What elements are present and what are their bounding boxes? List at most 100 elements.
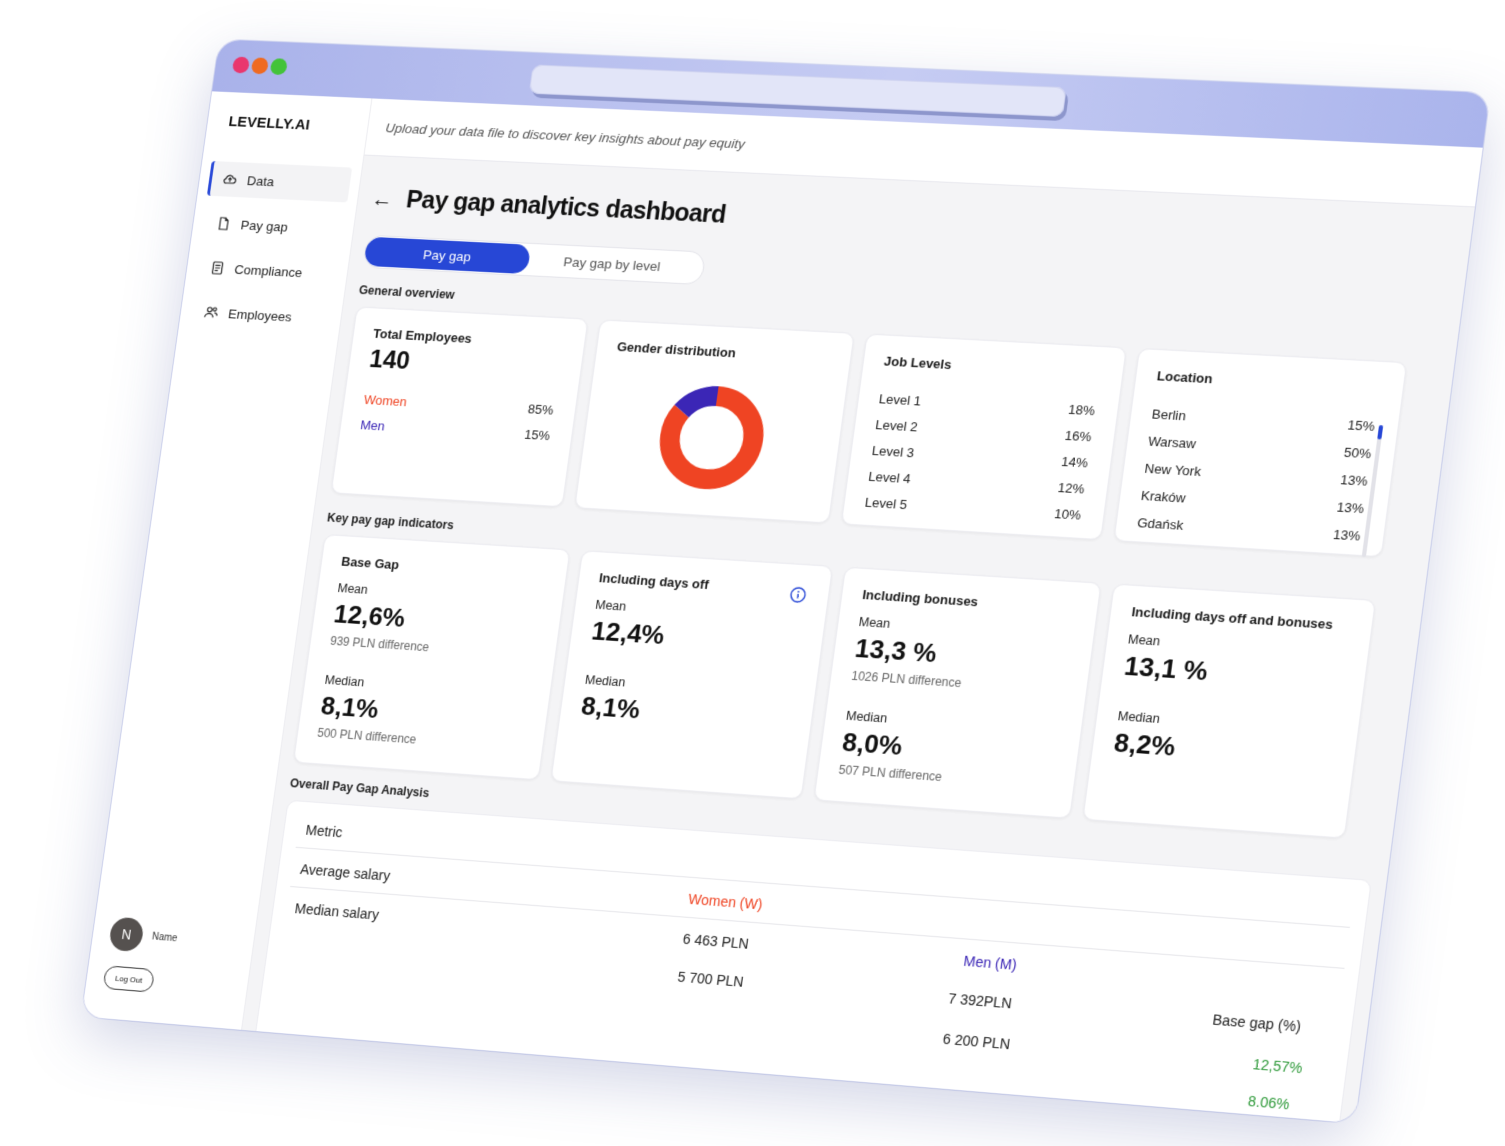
sidebar-nav: Data Pay gap Compliance Employees	[187, 160, 353, 346]
location-card: Location Berlin 15% Warsaw 50% New York 13% Kr…	[1113, 348, 1408, 558]
list-item-value: 10%	[1053, 506, 1082, 523]
list-item: Level 1 18%	[878, 391, 1096, 418]
women-average-salary: 6 463 PLN	[681, 930, 750, 952]
checklist-icon	[209, 260, 226, 276]
scrollbar-thumb[interactable]	[1377, 425, 1384, 440]
list-item-value: 14%	[1060, 453, 1089, 471]
women-label: Women	[363, 392, 408, 410]
tab-pay-gap[interactable]: Pay gap	[363, 236, 532, 275]
women-value: 85%	[526, 401, 555, 418]
men-column-header: Men (M)	[962, 952, 1018, 973]
cloud-upload-icon	[221, 171, 238, 187]
median-value: 8,1%	[579, 690, 642, 725]
indicator-card: Base Gap Mean 12,6% 939 PLN difference Media…	[292, 534, 571, 781]
location-list: Berlin 15% Warsaw 50% New York 13% Kraków 13% Gd…	[1136, 349, 1406, 543]
median-difference: 507 PLN difference	[837, 762, 943, 785]
sidebar-item-label: Employees	[227, 306, 293, 324]
avatar: N	[108, 916, 145, 953]
list-item: New York 13%	[1144, 461, 1369, 489]
list-item: Kraków 13%	[1140, 488, 1365, 516]
median-value: 8,0%	[840, 726, 905, 761]
sidebar-item-compliance[interactable]: Compliance	[194, 250, 339, 292]
mean-label: Mean	[336, 581, 369, 597]
list-item-value: 13%	[1332, 526, 1362, 544]
men-average-salary: 7 392PLN	[947, 990, 1013, 1012]
sidebar-item-employees[interactable]: Employees	[188, 294, 333, 336]
indicator-card: Including bonuses Mean 13,3 % 1026 PLN diff…	[813, 566, 1102, 819]
list-item-value: 50%	[1343, 444, 1373, 462]
sidebar-item-label: Pay gap	[239, 217, 289, 235]
list-item-label: Gdańsk	[1136, 515, 1185, 533]
list-item-label: Kraków	[1140, 487, 1187, 506]
list-item-label: Level 5	[863, 494, 908, 513]
list-item-label: Berlin	[1150, 406, 1187, 424]
median-label: Median	[584, 672, 627, 690]
users-icon	[203, 304, 220, 320]
info-icon[interactable]	[789, 586, 807, 603]
user-profile[interactable]: N Name	[108, 916, 180, 956]
app-logo: LEVELLY.AI	[227, 113, 311, 134]
card-title: Base Gap	[340, 553, 401, 573]
close-window-button[interactable]	[231, 56, 251, 74]
list-item-value: 18%	[1067, 401, 1096, 419]
women-row: Women 85%	[363, 392, 554, 417]
gender-donut-chart	[644, 375, 779, 500]
tab-pay-gap-by-level[interactable]: Pay gap by level	[527, 245, 697, 283]
list-item-value: 16%	[1063, 427, 1093, 445]
tab-switcher: Pay gap Pay gap by level	[362, 234, 707, 286]
card-title: Gender distribution	[616, 339, 737, 361]
list-item-label: Level 4	[867, 468, 912, 487]
indicator-card: Including days off and bonuses Mean 13,1 %…	[1082, 583, 1377, 839]
gender-distribution-card: Gender distribution	[574, 319, 855, 524]
mean-difference: 939 PLN difference	[329, 633, 430, 655]
mean-label: Mean	[1127, 632, 1162, 649]
back-arrow-icon[interactable]: ←	[370, 186, 394, 212]
list-item-label: Warsaw	[1147, 433, 1197, 452]
average-salary-gap: 12,57%	[1251, 1055, 1304, 1077]
logout-button[interactable]: Log Out	[102, 965, 156, 993]
median-label: Median	[1116, 709, 1161, 727]
mean-label: Mean	[594, 597, 628, 614]
women-median-salary: 5 700 PLN	[676, 968, 745, 990]
median-salary-gap: 8.06%	[1246, 1092, 1291, 1113]
card-title: Total Employees	[372, 325, 473, 346]
pay-gap-analysis-table: Metric Average salary Median salary Wome…	[251, 799, 1372, 1124]
sidebar-item-pay-gap[interactable]: Pay gap	[201, 205, 346, 247]
card-title: Job Levels	[883, 353, 953, 373]
job-levels-card: Job Levels Level 1 18% Level 2 16% Level 3 14…	[840, 333, 1127, 541]
men-row: Men 15%	[359, 417, 550, 443]
list-item: Warsaw 50%	[1147, 434, 1372, 462]
list-item-label: Level 3	[870, 442, 915, 461]
table-divider	[295, 846, 1350, 928]
mean-value: 12,4%	[589, 615, 667, 651]
base-gap-column-header: Base gap (%)	[1211, 1011, 1302, 1035]
card-title: Including bonuses	[861, 586, 980, 610]
minimize-window-button[interactable]	[250, 57, 270, 75]
table-row-metric: Median salary	[293, 900, 380, 923]
mean-label: Mean	[857, 614, 892, 631]
mean-difference: 1026 PLN difference	[850, 668, 963, 691]
median-label: Median	[845, 708, 889, 726]
page-title: Pay gap analytics dashboard	[404, 185, 728, 229]
sidebar-item-label: Data	[246, 172, 276, 189]
sidebar-item-data[interactable]: Data	[206, 160, 353, 203]
list-item-label: New York	[1143, 460, 1202, 480]
indicator-card: Including days off Mean 12,4% Median 8,1%	[550, 550, 834, 800]
mean-value: 13,3 %	[853, 632, 939, 669]
screenshot-stage: LEVELLY.AI Data Pay gap Compliance Emplo…	[0, 0, 1505, 1146]
list-item-value: 12%	[1056, 479, 1086, 497]
title-row: ← Pay gap analytics dashboard	[370, 184, 728, 229]
list-item: Level 2 16%	[874, 417, 1092, 444]
metric-header: Metric	[304, 821, 344, 841]
analysis-heading: Overall Pay Gap Analysis	[289, 776, 431, 801]
men-median-salary: 6 200 PLN	[941, 1030, 1012, 1053]
job-levels-list: Level 1 18% Level 2 16% Level 3 14% Level 4 12%…	[864, 335, 1126, 522]
women-column-header: Women (W)	[687, 890, 764, 913]
list-item: Level 4 12%	[867, 469, 1085, 497]
maximize-window-button[interactable]	[269, 58, 288, 76]
key-indicators-heading: Key pay gap indicators	[326, 510, 455, 533]
card-title: Including days off and bonuses	[1130, 604, 1334, 633]
mean-value: 12,6%	[332, 598, 408, 633]
total-employees-card: Total Employees 140 Women 85% Men 15%	[330, 306, 589, 508]
list-item: Level 3 14%	[871, 443, 1089, 470]
